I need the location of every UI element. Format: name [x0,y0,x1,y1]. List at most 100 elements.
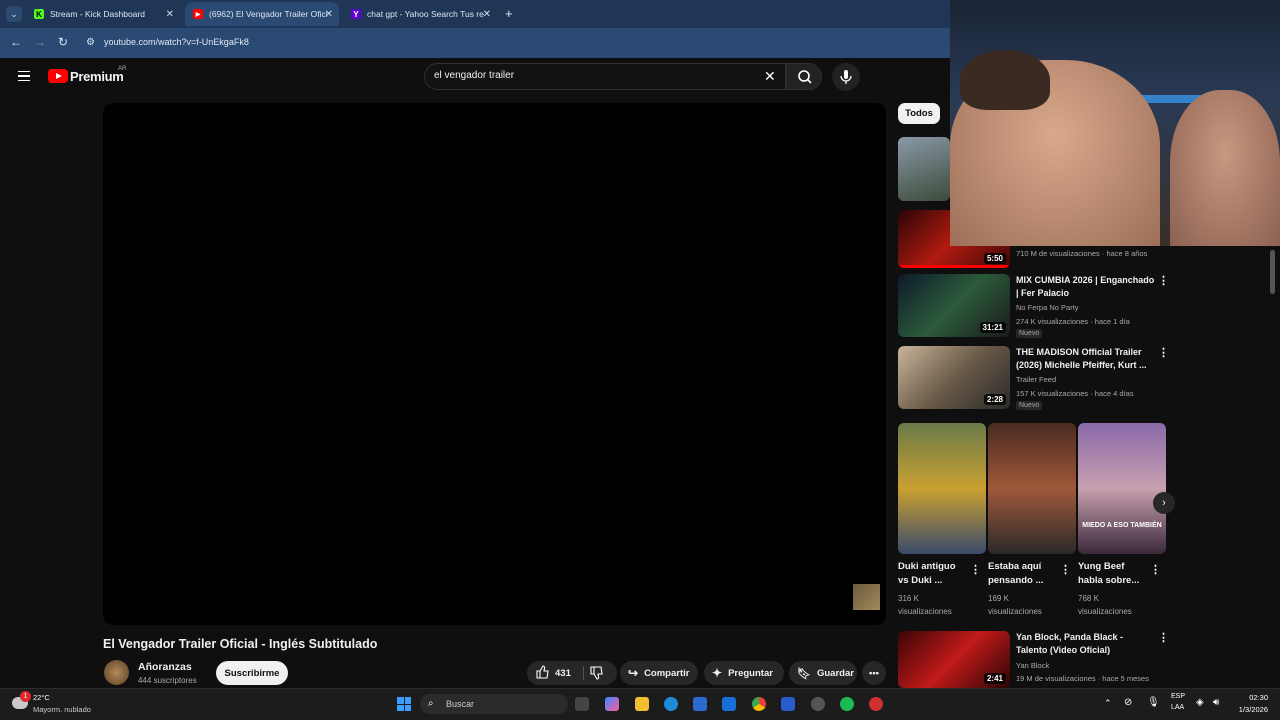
channel-name[interactable]: Añoranzas [138,661,192,673]
short-title[interactable]: Duki antiguo vs Duki ... [898,560,968,588]
language-label[interactable]: ESP [1171,693,1185,700]
file-explorer-icon[interactable] [635,697,649,711]
mic-icon [840,70,852,84]
short-views: 169 K [988,594,1009,603]
close-icon[interactable]: ✕ [483,9,491,20]
ask-label: Preguntar [728,667,773,679]
kick-icon: K [34,9,44,19]
task-view-icon[interactable] [575,697,589,711]
search-icon [798,70,812,84]
close-icon[interactable]: ✕ [325,9,333,20]
settings-icon[interactable] [811,697,825,711]
site-info-icon[interactable]: ⚙ [86,37,95,48]
sparkle-icon: ✦ [712,666,723,680]
back-icon[interactable]: ← [10,35,22,49]
mail-icon[interactable] [722,697,736,711]
url-field[interactable]: youtube.com/watch?v=f-UnEkgaFk8 [104,37,249,47]
short-thumbnail[interactable] [898,423,986,554]
ask-button[interactable]: ✦ Preguntar [704,661,784,685]
store-icon[interactable] [693,697,707,711]
copilot-icon[interactable] [605,697,619,711]
more-icon[interactable]: ⋮ [1150,563,1161,576]
short-thumbnail[interactable] [988,423,1076,554]
thumbnail[interactable]: 2:41 [898,631,1010,688]
video-title[interactable]: Yan Block, Panda Black - Talento (Video … [1016,631,1156,657]
like-button[interactable] [535,664,549,682]
search-value[interactable]: el vengador trailer [434,70,514,81]
new-tab-button[interactable]: + [505,6,513,21]
avatar[interactable] [104,660,129,685]
scrollbar[interactable] [1270,250,1275,294]
short-title[interactable]: Yung Beef habla sobre... [1078,560,1148,588]
thumbs-up-icon [536,664,549,679]
thumbnail[interactable]: 31:21 [898,274,1010,337]
menu-icon[interactable] [18,71,30,81]
short-views-label: visualizaciones [988,607,1042,616]
chrome-icon[interactable] [752,697,766,711]
reload-icon[interactable]: ↻ [58,35,68,49]
search-icon: ⌕ [428,698,434,709]
video-title[interactable]: THE MADISON Official Trailer (2026) Mich… [1016,346,1156,372]
tab-youtube[interactable]: ▶ (6962) El Vengador Trailer Ofici ✕ [185,2,339,26]
more-icon[interactable]: ⋮ [1158,274,1169,287]
short-overlay-text: MIEDO A ESO TAMBIÉN [1082,522,1162,529]
channel-name[interactable]: Trailer Feed [1016,373,1056,386]
more-icon[interactable]: ⋮ [1158,631,1169,644]
channel-name[interactable]: Yan Block [1016,659,1049,672]
wifi-icon[interactable]: ◈ [1196,697,1204,708]
tab-title: (6962) El Vengador Trailer Ofici [209,9,328,19]
volume-icon[interactable]: 🔊︎ [1213,697,1219,708]
more-icon[interactable]: ⋮ [1060,563,1071,576]
taskbar-search[interactable] [420,694,568,714]
video-title[interactable]: MIX CUMBIA 2026 | Enganchado | Fer Palac… [1016,274,1156,300]
app-icon[interactable] [781,697,795,711]
network-icon[interactable]: ⊘ [1124,697,1132,708]
thumbnail[interactable]: 2:28 [898,346,1010,409]
chevron-right-icon[interactable]: › [1153,492,1175,514]
divider [583,666,584,680]
youtube-icon: ▶ [193,9,203,19]
hair [960,50,1050,110]
save-button[interactable]: 🔖︎ Guardar [789,661,857,685]
like-dislike-group: 431 [527,661,617,685]
language-label-2[interactable]: LAA [1171,704,1184,711]
video-title: El Vengador Trailer Oficial - Inglés Sub… [103,637,378,651]
thumbnail[interactable] [898,137,950,201]
tab-list-button[interactable]: ⌄ [6,6,22,22]
tab-yahoo[interactable]: Y chat gpt - Yahoo Search Tus re ✕ [343,2,497,26]
channel-watermark[interactable] [853,584,880,610]
windows-start-icon[interactable] [397,697,411,711]
taskbar-search-placeholder: Buscar [446,699,475,709]
clock-time[interactable]: 02:30 [1234,693,1268,702]
video-player[interactable] [103,103,886,625]
chip-all[interactable]: Todos [898,103,940,124]
short-thumbnail[interactable]: MIEDO A ESO TAMBIÉN [1078,423,1166,554]
video-meta: 710 M de visualizaciones · hace 8 años [1016,249,1148,258]
share-button[interactable]: ↪ Compartir [620,661,698,685]
channel-name[interactable]: No Ferpa No Party [1016,301,1079,314]
forward-icon[interactable]: → [34,35,46,49]
youtube-logo-icon[interactable] [48,69,68,83]
edge-icon[interactable] [664,697,678,711]
chevron-up-icon[interactable]: ⌃ [1104,698,1112,709]
watched-progress [898,265,1010,268]
tab-title: Stream - Kick Dashboard [50,9,145,19]
spotify-icon[interactable] [840,697,854,711]
dislike-button[interactable] [589,666,603,683]
search-button[interactable] [786,63,822,90]
voice-search-button[interactable] [832,63,860,91]
short-title[interactable]: Estaba aquí pensando ... [988,560,1058,588]
tab-kick[interactable]: K Stream - Kick Dashboard ✕ [26,2,180,26]
close-icon[interactable]: ✕ [166,9,174,20]
short-views: 768 K [1078,594,1099,603]
more-actions-button[interactable]: ••• [862,661,886,685]
more-icon[interactable]: ⋮ [970,563,981,576]
microphone-icon[interactable]: 🎙︎ [1147,697,1160,708]
more-icon[interactable]: ⋮ [1158,346,1169,359]
clear-search-icon[interactable]: ✕ [764,68,776,85]
app-icon-red[interactable] [869,697,883,711]
logo-text[interactable]: Premium [70,69,124,84]
thumbs-down-icon [590,666,603,680]
clock-date[interactable]: 1/3/2026 [1234,705,1268,714]
subscribe-button[interactable]: Suscribirme [216,661,288,685]
